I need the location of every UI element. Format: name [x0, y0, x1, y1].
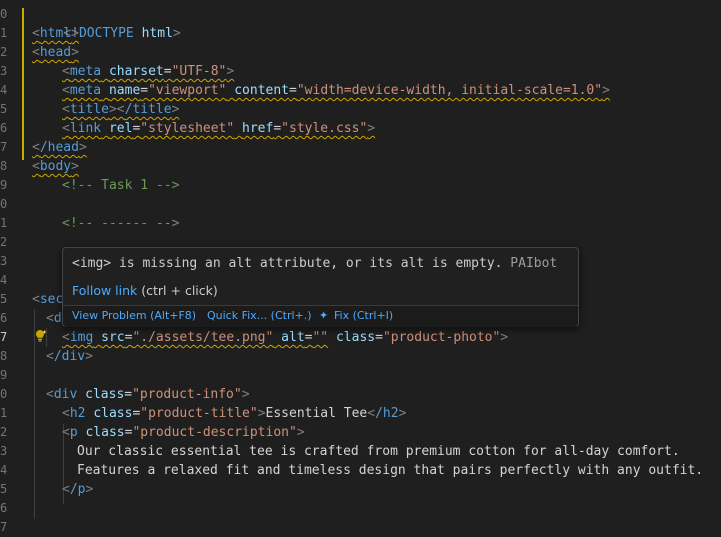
modified-line-marker — [22, 8, 24, 160]
code-editor[interactable]: 0 1 2 3 4 5 6 7 8 9 0 1 2 3 4 5 6 7 8 9 0 1 2 3 4 5 6 7 <!DOCTYPE h… — [0, 0, 721, 534]
fix-button[interactable]: Fix (Ctrl+I) — [334, 306, 393, 326]
line-number: 6 — [0, 311, 8, 325]
line-number: 6 — [0, 121, 8, 135]
code-line-description-2[interactable]: Features a relaxed fit and timeless desi… — [77, 461, 703, 480]
diagnostic-source: PAIbot — [510, 256, 558, 271]
code-line-html[interactable]: <html> — [32, 24, 79, 43]
code-line-doctype[interactable]: <!DOCTYPE html> — [32, 5, 180, 41]
line-number: 2 — [0, 45, 8, 59]
line-number: 0 — [0, 7, 8, 21]
line-number: 7 — [0, 520, 8, 534]
code-line-meta-charset[interactable]: <meta charset="UTF-8"> — [62, 62, 234, 81]
code-line-head[interactable]: <head> — [32, 43, 79, 62]
code-line-comment-task1[interactable]: <!-- Task 1 --> — [62, 176, 179, 195]
code-line-h2[interactable]: <h2 class="product-title">Essential Tee<… — [62, 404, 406, 423]
line-number: 5 — [0, 102, 8, 116]
code-line-head-close[interactable]: </head> — [32, 138, 87, 157]
line-number: 8 — [0, 349, 8, 363]
line-number: 1 — [0, 406, 8, 420]
line-number: 5 — [0, 292, 8, 306]
line-number: 9 — [0, 178, 8, 192]
line-number: 9 — [0, 368, 8, 382]
line-number: 4 — [0, 463, 8, 477]
code-line-p-close[interactable]: </p> — [62, 480, 93, 499]
line-number-gutter: 0 1 2 3 4 5 6 7 8 9 0 1 2 3 4 5 6 7 8 9 0 1 2 3 4 5 6 7 — [0, 0, 32, 534]
line-number: 2 — [0, 425, 8, 439]
line-number: 7 — [0, 330, 8, 344]
diagnostic-hover-popup: <img> is missing an alt attribute, or it… — [62, 247, 579, 327]
line-number: 6 — [0, 501, 8, 515]
follow-link[interactable]: Follow link — [72, 283, 137, 298]
code-line-product-info[interactable]: <div class="product-info"> — [46, 385, 250, 404]
view-problem-button[interactable]: View Problem (Alt+F8) — [72, 306, 196, 326]
follow-link-row: Follow link (ctrl + click) — [72, 282, 218, 300]
line-number: 8 — [0, 159, 8, 173]
code-line-section[interactable]: <sec — [32, 290, 63, 309]
line-number: 4 — [0, 83, 8, 97]
line-number: 3 — [0, 444, 8, 458]
line-number: 1 — [0, 26, 8, 40]
follow-link-hint: (ctrl + click) — [137, 283, 218, 298]
code-line-div-open[interactable]: <d — [46, 309, 62, 328]
code-line-body[interactable]: <body> — [32, 157, 79, 176]
line-number: 3 — [0, 64, 8, 78]
code-line-comment-divider[interactable]: <!-- ------ --> — [62, 214, 179, 233]
doctype: !DOCTYPE — [71, 26, 134, 41]
code-line-description-1[interactable]: Our classic essential tee is crafted fro… — [77, 442, 680, 461]
code-line-div-close[interactable]: </div> — [46, 347, 93, 366]
line-number: 2 — [0, 235, 8, 249]
code-line-title[interactable]: <title></title> — [62, 100, 179, 119]
line-number: 1 — [0, 216, 8, 230]
code-line-img[interactable]: <img src="./assets/tee.png" alt="" class… — [62, 328, 508, 347]
hover-action-bar: View Problem (Alt+F8) Quick Fix... (Ctrl… — [63, 305, 578, 327]
line-number: 3 — [0, 254, 8, 268]
line-number: 5 — [0, 482, 8, 496]
fix-icon[interactable]: ✦ — [319, 306, 328, 326]
code-line-link[interactable]: <link rel="stylesheet" href="style.css"> — [62, 119, 375, 138]
line-number: 7 — [0, 140, 8, 154]
line-number: 0 — [0, 197, 8, 211]
line-number: 0 — [0, 387, 8, 401]
line-number: 4 — [0, 273, 8, 287]
code-line-meta-viewport[interactable]: <meta name="viewport" content="width=dev… — [62, 81, 610, 100]
lightbulb-icon[interactable] — [33, 329, 47, 343]
diagnostic-message: <img> is missing an alt attribute, or it… — [72, 256, 558, 271]
code-line-p[interactable]: <p class="product-description"> — [62, 423, 305, 442]
quick-fix-button[interactable]: Quick Fix... (Ctrl+.) — [207, 306, 312, 326]
